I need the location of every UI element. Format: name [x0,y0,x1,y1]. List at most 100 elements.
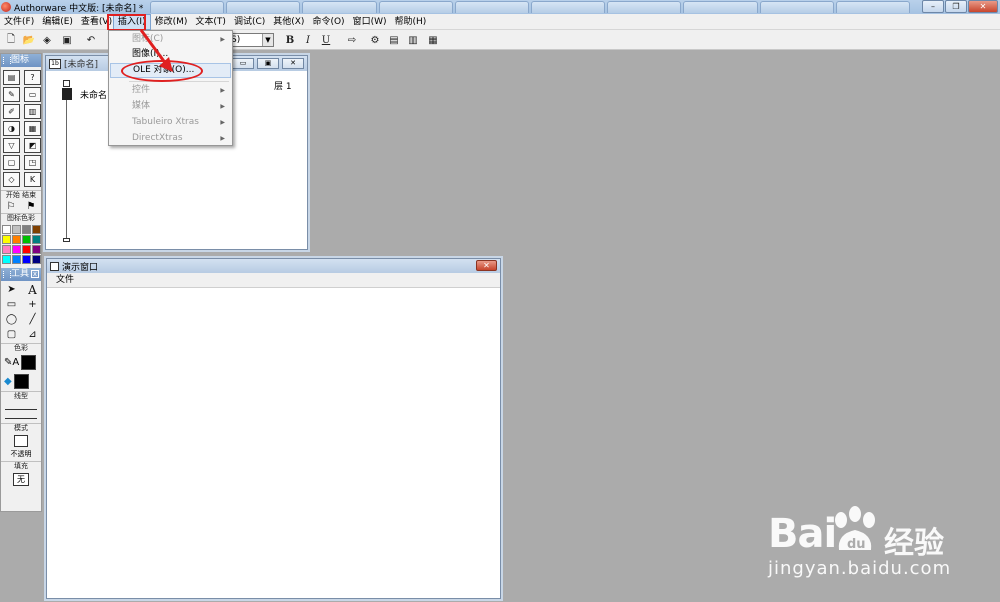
color-swatch[interactable] [32,235,41,244]
display-icon[interactable]: ▤ [3,70,20,85]
font-size-combo[interactable]: S) ▼ [228,33,274,47]
decision-icon[interactable]: ◑ [3,121,20,136]
mode-opaque-icon[interactable] [14,435,28,447]
motion-icon[interactable]: ? [24,70,41,85]
flowline-close-button[interactable]: ✕ [282,58,304,69]
navigate-icon[interactable]: ✐ [3,104,20,119]
sound-icon[interactable]: ◳ [24,155,41,170]
end-flag-icon[interactable]: ⚑ [27,201,36,212]
chevron-down-icon[interactable]: ▼ [262,34,273,46]
menu-file[interactable]: 文件(F) [0,14,38,30]
color-swatch[interactable] [2,255,11,264]
close-icon[interactable]: x [31,270,39,278]
underline-button[interactable]: U [319,33,333,47]
flowline-maximize-button[interactable]: ▣ [257,58,279,69]
presentation-menu-file[interactable]: 文件 [56,275,74,285]
color-swatch[interactable] [12,245,21,254]
knowledge-objects-icon[interactable]: ▦ [426,33,440,47]
color-swatch[interactable] [22,255,31,264]
menu-view[interactable]: 查看(V) [77,14,113,30]
knowledge-object-icon[interactable]: K [24,172,41,187]
menu-item-media[interactable]: 媒体 ▶ [110,99,231,114]
menu-text[interactable]: 文本(T) [191,14,230,30]
color-swatch[interactable] [32,245,41,254]
menu-modify[interactable]: 修改(M) [151,14,192,30]
polygon-tool-icon[interactable]: ⊿ [24,328,41,341]
menu-help[interactable]: 帮助(H) [390,14,430,30]
wait-icon[interactable]: ▭ [24,87,41,102]
tools-palette-header[interactable]: 工具 x [1,268,41,281]
color-swatch[interactable] [32,255,41,264]
stroke-color-swatch[interactable] [21,355,37,370]
menu-insert[interactable]: 插入(I) [112,13,151,30]
new-file-icon[interactable]: 🗋 [4,33,18,47]
color-swatch[interactable] [22,245,31,254]
line-style-thick[interactable] [5,410,37,419]
fill-bucket-icon[interactable]: ◆ [4,376,12,387]
color-swatch[interactable] [32,225,41,234]
presentation-title-bar[interactable]: 演示窗口 [47,259,500,273]
color-swatch[interactable] [2,245,11,254]
menu-item-tabuleiro-xtras[interactable]: Tabuleiro Xtras ▶ [110,115,231,130]
save-all-icon[interactable]: ◈ [40,33,54,47]
color-swatch[interactable] [2,225,11,234]
fill-value[interactable]: 无 [13,473,29,486]
control-panel-icon[interactable]: ⚙ [368,33,382,47]
presentation-close-button[interactable]: ✕ [476,260,497,271]
menu-item-controls[interactable]: 控件 ▶ [110,83,231,98]
menu-item-icon[interactable]: 图标(C) ▶ [110,32,231,47]
foreground-color-swatch[interactable] [13,374,29,389]
menu-edit[interactable]: 编辑(E) [38,14,77,30]
interaction-icon[interactable]: ▦ [24,121,41,136]
bold-button[interactable]: B [283,33,297,47]
open-folder-icon[interactable]: 📂 [22,33,36,47]
color-swatch[interactable] [2,235,11,244]
color-swatch[interactable] [12,235,21,244]
rounded-rect-tool-icon[interactable]: ▢ [3,328,20,341]
line-style-thin[interactable] [5,401,37,410]
text-tool-icon[interactable]: A [24,283,41,297]
pointer-tool-icon[interactable]: ➤ [3,283,20,296]
menu-item-ole-object[interactable]: OLE 对象(O)... [110,63,231,78]
presentation-window: 演示窗口 ✕ 文件 [46,258,501,599]
digital-movie-icon[interactable]: ▢ [3,155,20,170]
video-icon[interactable]: ◇ [3,172,20,187]
menu-other[interactable]: 其他(X) [269,14,308,30]
color-swatch[interactable] [12,225,21,234]
color-swatch[interactable] [22,235,31,244]
variables-icon[interactable]: ▥ [406,33,420,47]
menu-debug[interactable]: 调试(C) [230,14,269,30]
diagonal-line-tool-icon[interactable]: ╱ [24,313,41,326]
erase-icon[interactable]: ✎ [3,87,20,102]
maximize-button[interactable]: ❐ [945,0,967,13]
menu-command[interactable]: 命令(O) [308,14,348,30]
flowline-item-label[interactable]: 未命名 [80,88,107,101]
submenu-arrow-icon: ▶ [220,36,225,43]
flowline-minimize-button[interactable]: ▭ [232,58,254,69]
minimize-button[interactable]: – [922,0,944,13]
color-swatch[interactable] [12,255,21,264]
start-flag-icon[interactable]: ⚐ [7,201,16,212]
flowline[interactable] [66,88,67,240]
icon-palette-header[interactable]: 图标 [1,54,41,67]
rectangle-tool-icon[interactable]: ▭ [3,298,20,311]
flowline-display-icon[interactable] [62,88,72,100]
calculation-icon[interactable]: ▽ [3,138,20,153]
line-tool-icon[interactable]: + [24,298,41,311]
import-icon[interactable]: ▣ [60,33,74,47]
functions-icon[interactable]: ▤ [387,33,401,47]
italic-button[interactable]: I [301,33,315,47]
menu-window[interactable]: 窗口(W) [349,14,391,30]
close-button[interactable]: ✕ [968,0,998,13]
menu-item-image[interactable]: 图像(I)... [110,47,231,62]
submenu-arrow-icon: ▶ [220,87,225,94]
ellipse-tool-icon[interactable]: ◯ [3,313,20,326]
menu-item-directxtras[interactable]: DirectXtras ▶ [110,131,231,146]
icon-grid: ▤ ? ✎ ▭ ✐ ▥ ◑ ▦ ▽ ◩ ▢ ◳ ◇ K [1,67,41,190]
map-icon[interactable]: ◩ [24,138,41,153]
undo-icon[interactable]: ↶ [84,33,98,47]
color-swatch[interactable] [22,225,31,234]
pencil-color-icon[interactable]: ✎A [4,357,19,368]
run-icon[interactable]: ⇨ [345,33,359,47]
framework-icon[interactable]: ▥ [24,104,41,119]
